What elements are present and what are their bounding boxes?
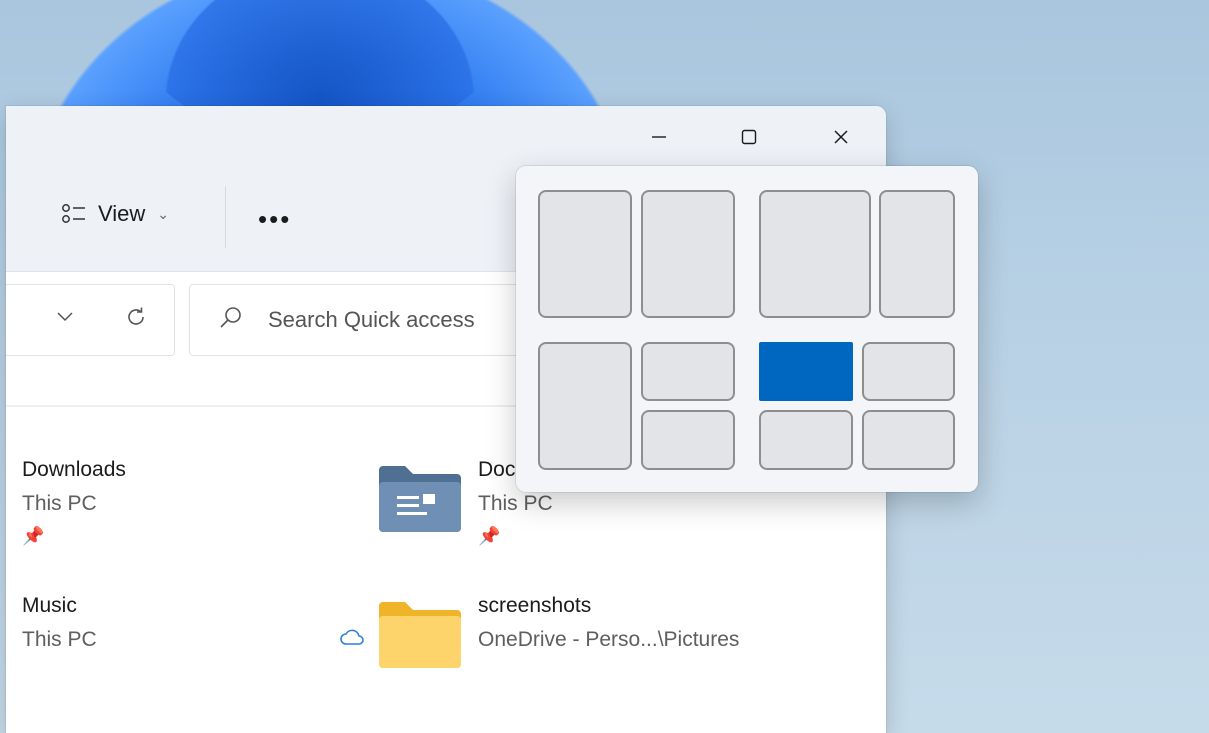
address-bar[interactable] — [6, 284, 175, 356]
list-item-downloads[interactable]: Downloads This PC 📌 — [22, 458, 126, 547]
toolbar-separator — [225, 186, 226, 248]
list-item-screenshots[interactable]: screenshots OneDrive - Perso...\Pictures — [478, 594, 739, 652]
cloud-icon — [340, 629, 364, 645]
maximize-icon — [741, 129, 757, 145]
title-bar[interactable] — [6, 106, 886, 166]
snap-zone-half-left[interactable] — [538, 190, 632, 318]
snap-zone-quadrant-bottom-right[interactable] — [862, 410, 955, 470]
recent-locations-chevron-icon[interactable] — [56, 307, 74, 328]
snap-zone-right-top[interactable] — [641, 342, 735, 401]
snap-zone-small-right[interactable] — [879, 190, 955, 318]
more-options-button[interactable]: ••• — [258, 204, 291, 235]
snap-layouts-flyout — [516, 166, 978, 492]
screenshots-folder-icon — [379, 602, 461, 668]
snap-zone-quadrant-bottom-left[interactable] — [759, 410, 853, 470]
list-item-music[interactable]: Music This PC — [22, 594, 97, 652]
snap-zone-left-column[interactable] — [538, 342, 632, 470]
search-placeholder: Search Quick access — [268, 307, 475, 332]
item-location: OneDrive - Perso...\Pictures — [478, 628, 740, 651]
chevron-down-icon: ⌄ — [157, 205, 170, 222]
snap-zone-quadrant-top-left[interactable] — [759, 342, 853, 401]
snap-zone-half-right[interactable] — [641, 190, 735, 318]
snap-zone-right-bottom[interactable] — [641, 410, 735, 470]
pin-icon: 📌 — [22, 526, 45, 546]
minimize-button[interactable] — [636, 120, 682, 154]
view-label: View — [98, 201, 146, 226]
documents-folder-icon — [379, 466, 461, 532]
close-icon — [834, 130, 848, 144]
snap-zone-large-left[interactable] — [759, 190, 871, 318]
close-button[interactable] — [818, 120, 864, 154]
refresh-icon[interactable] — [124, 305, 148, 335]
view-icon — [62, 204, 85, 223]
view-button[interactable]: View ⌄ — [60, 201, 169, 227]
maximize-button[interactable] — [726, 120, 772, 154]
search-icon — [218, 305, 244, 336]
item-name: Downloads — [22, 458, 126, 481]
item-location: This PC — [478, 492, 553, 515]
item-location: This PC — [22, 628, 97, 651]
snap-zone-quadrant-top-right[interactable] — [862, 342, 955, 401]
item-location: This PC — [22, 492, 97, 515]
pin-icon: 📌 — [478, 526, 501, 546]
item-name: Music — [22, 594, 77, 617]
minimize-icon — [652, 136, 666, 138]
item-name: screenshots — [478, 594, 592, 617]
